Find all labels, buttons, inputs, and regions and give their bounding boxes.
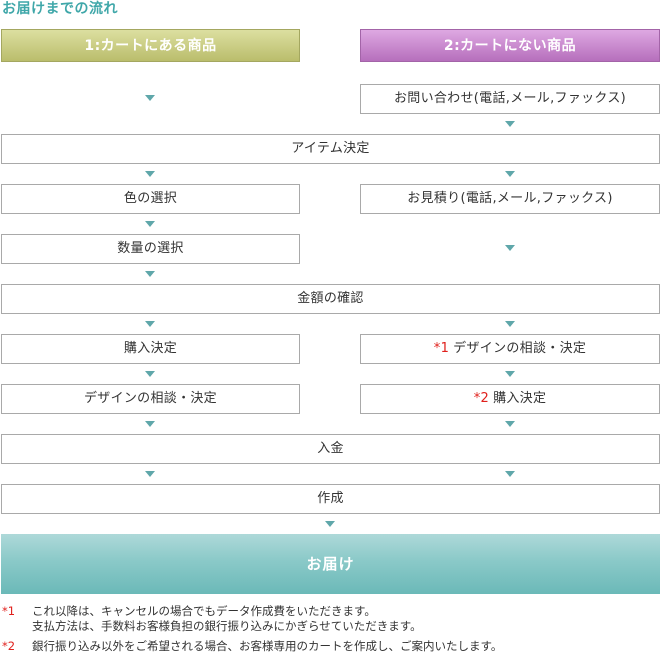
step-estimate: お見積り(電話,メール,ファックス) (360, 184, 660, 214)
step-quantity-select: 数量の選択 (1, 234, 300, 264)
step-item-decision: アイテム決定 (1, 134, 660, 164)
step-payment: 入金 (1, 434, 660, 464)
arrow-down-icon (505, 245, 515, 251)
arrow-down-icon (145, 171, 155, 177)
arrow-down-icon (145, 321, 155, 327)
footnote-1: *1 これ以降は、キャンセルの場合でもデータ作成費をいただきます。 支払方法は、… (2, 604, 602, 634)
arrow-down-icon (145, 221, 155, 227)
arrow-down-icon (145, 271, 155, 277)
arrow-down-icon (325, 521, 335, 527)
arrow-down-icon (505, 421, 515, 427)
column-header-in-cart: 1:カートにある商品 (1, 29, 300, 62)
note-mark-1: *1 (433, 341, 450, 356)
step-design-left: デザインの相談・決定 (1, 384, 300, 414)
arrow-down-icon (145, 371, 155, 377)
footnote-2: *2 銀行振り込み以外をご希望される場合、お客様専用のカートを作成し、ご案内いた… (2, 639, 642, 653)
step-design-right: *1 デザインの相談・決定 (360, 334, 660, 364)
arrow-down-icon (145, 421, 155, 427)
arrow-down-icon (145, 95, 155, 101)
footnote-text: 銀行振り込み以外をご希望される場合、お客様専用のカートを作成し、ご案内いたします… (32, 639, 503, 653)
step-inquiry: お問い合わせ(電話,メール,ファックス) (360, 84, 660, 114)
step-purchase-right: *2 購入決定 (360, 384, 660, 414)
step-production: 作成 (1, 484, 660, 514)
arrow-down-icon (505, 171, 515, 177)
footnote-mark: *2 (2, 639, 16, 653)
footnote-text: これ以降は、キャンセルの場合でもデータ作成費をいただきます。 (32, 604, 376, 618)
step-purchase-left: 購入決定 (1, 334, 300, 364)
arrow-down-icon (505, 371, 515, 377)
note-mark-2: *2 (473, 391, 490, 406)
step-design-right-label: デザインの相談・決定 (453, 341, 587, 356)
arrow-down-icon (505, 471, 515, 477)
step-purchase-right-label: 購入決定 (493, 391, 547, 406)
arrow-down-icon (505, 321, 515, 327)
page-title: お届けまでの流れ (2, 1, 118, 17)
step-price-confirm: 金額の確認 (1, 284, 660, 314)
footnote-text: 支払方法は、手数料お客様負担の銀行振り込みにかぎらせていただきます。 (32, 619, 422, 633)
arrow-down-icon (145, 471, 155, 477)
footnote-mark: *1 (2, 604, 16, 618)
arrow-down-icon (505, 121, 515, 127)
column-header-not-in-cart: 2:カートにない商品 (360, 29, 660, 62)
step-color-select: 色の選択 (1, 184, 300, 214)
step-delivery: お届け (1, 534, 660, 594)
